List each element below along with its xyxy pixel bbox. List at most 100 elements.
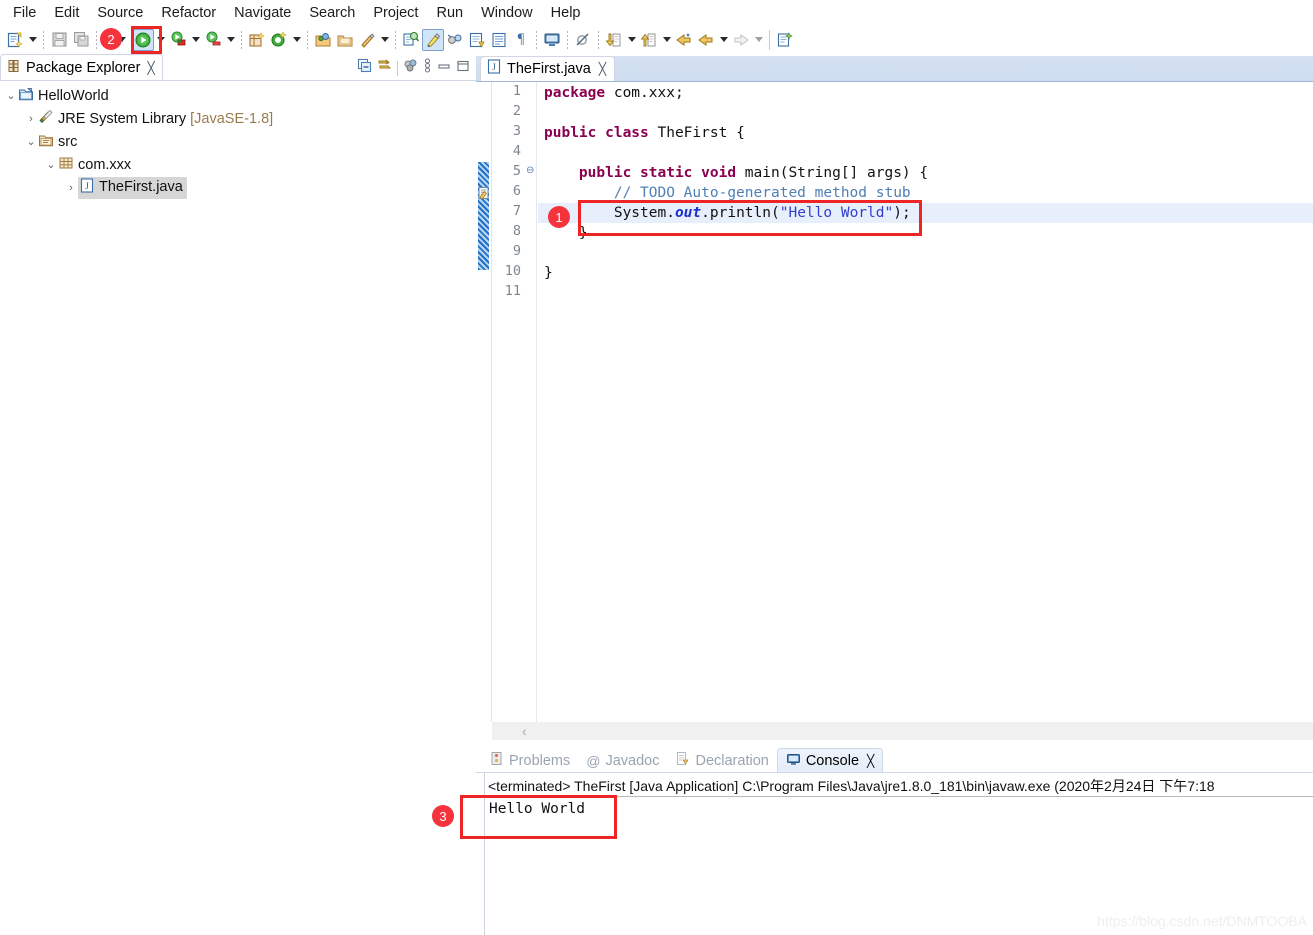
console-icon[interactable] <box>541 29 563 51</box>
focus-on-active-task-icon[interactable] <box>403 58 418 78</box>
paragraph-list-icon[interactable] <box>488 29 510 51</box>
javadoc-icon: @ <box>586 752 601 769</box>
main-toolbar: ¶ <box>0 25 1313 54</box>
chevron-down-icon[interactable]: ⌄ <box>4 89 18 102</box>
tab-declaration[interactable]: Declaration <box>667 748 776 773</box>
paragraph-icon[interactable]: ¶ <box>510 29 532 51</box>
tab-console[interactable]: Console ╳ <box>776 748 884 773</box>
skip-breakpoints-icon[interactable] <box>572 29 594 51</box>
tree-item-helloworld[interactable]: ⌄ HelloWorld <box>0 84 476 107</box>
minimize-icon[interactable] <box>437 59 451 78</box>
code-line: package com.xxx; <box>544 83 684 103</box>
editor-tab-row: J TheFirst.java ╳ <box>476 54 1313 81</box>
code-token: ); <box>893 205 911 221</box>
tree-item-jre-system-library[interactable]: › JRE System Library [JavaSE-1.8] <box>0 107 476 130</box>
run-button[interactable] <box>132 28 154 51</box>
todo-task-icon[interactable] <box>477 186 491 200</box>
save-all-icon[interactable] <box>70 29 92 51</box>
menu-item-navigate[interactable]: Navigate <box>225 3 300 23</box>
coverage-icon[interactable] <box>202 29 224 51</box>
new-editor-icon[interactable] <box>774 29 796 51</box>
forward-icon[interactable] <box>730 29 752 51</box>
code-folding-toggle[interactable]: ⊖ <box>526 165 534 176</box>
tab-thefirst-java[interactable]: J TheFirst.java ╳ <box>480 56 616 81</box>
toolbar-separator <box>594 30 603 50</box>
toolbar-separator <box>391 30 400 50</box>
chevron-right-icon[interactable]: › <box>64 182 78 194</box>
line-number: 7 <box>512 203 521 219</box>
collapse-all-icon[interactable] <box>357 58 372 78</box>
menu-item-search[interactable]: Search <box>300 3 364 23</box>
package-icon <box>58 155 74 175</box>
annotation-badge-3: 3 <box>432 805 454 827</box>
search-icon[interactable] <box>400 29 422 51</box>
scroll-left-arrow-icon[interactable]: ‹ <box>522 723 527 739</box>
next-annotation-icon[interactable] <box>466 29 488 51</box>
menu-item-refactor[interactable]: Refactor <box>152 3 225 23</box>
prev-edit-dropdown-arrow[interactable] <box>660 29 673 51</box>
menu-item-project[interactable]: Project <box>364 3 427 23</box>
tab-javadoc[interactable]: @ Javadoc <box>578 748 667 773</box>
highlight-icon[interactable] <box>422 28 444 51</box>
tab-package-explorer[interactable]: Package Explorer ╳ <box>0 54 163 81</box>
panel-divider <box>0 80 476 81</box>
line-number-gutter: 1 2 3 4 5 6 7 8 9 10 11 <box>492 82 524 722</box>
menu-item-edit[interactable]: Edit <box>45 3 88 23</box>
back-icon[interactable] <box>673 29 695 51</box>
chevron-right-icon[interactable]: › <box>24 113 38 125</box>
tree-item-thefirst-java[interactable]: › J TheFirst.java <box>0 176 476 199</box>
debug-icon[interactable] <box>167 29 189 51</box>
code-line: public static void main(String[] args) { <box>544 163 928 183</box>
menu-item-file[interactable]: File <box>4 3 45 23</box>
tab-problems[interactable]: Problems <box>481 748 578 773</box>
console-tab-label: Declaration <box>695 752 769 769</box>
run-dropdown-arrow[interactable] <box>154 29 167 51</box>
new-java-project-icon[interactable] <box>246 29 268 51</box>
menu-item-window[interactable]: Window <box>472 3 542 23</box>
next-edit-dropdown-arrow[interactable] <box>625 29 638 51</box>
view-menu-icon[interactable] <box>423 58 432 78</box>
new-class-dropdown-arrow[interactable] <box>290 29 303 51</box>
next-edit-down-icon[interactable] <box>603 29 625 51</box>
new-wizard-dropdown-arrow[interactable] <box>26 29 39 51</box>
console-output-area[interactable]: <terminated> TheFirst [Java Application]… <box>485 773 1313 935</box>
link-with-editor-icon[interactable] <box>377 58 392 78</box>
prev-edit-up-icon[interactable] <box>638 29 660 51</box>
editor-horizontal-scrollbar[interactable]: ‹ <box>492 722 1313 740</box>
code-editor-panel: J TheFirst.java ╳ 1 2 3 4 5 6 7 8 9 10 1… <box>476 54 1313 744</box>
tree-item-src[interactable]: ⌄ src <box>0 130 476 153</box>
forward-dropdown-arrow[interactable] <box>752 29 765 51</box>
code-area[interactable]: 1 2 3 4 5 6 7 8 9 10 11 ⊖ package com.xx… <box>476 82 1313 722</box>
close-icon[interactable]: ╳ <box>147 61 154 75</box>
chevron-down-icon[interactable]: ⌄ <box>44 158 58 171</box>
line-number: 6 <box>512 183 521 199</box>
back-dropdown-arrow[interactable] <box>717 29 730 51</box>
link-icon[interactable] <box>444 29 466 51</box>
menu-item-source[interactable]: Source <box>88 3 152 23</box>
menu-item-help[interactable]: Help <box>542 3 590 23</box>
coverage-dropdown-arrow[interactable] <box>224 29 237 51</box>
new-class-icon[interactable] <box>268 29 290 51</box>
close-icon[interactable]: ╳ <box>599 62 606 76</box>
tree-item-com-xxx[interactable]: ⌄ com.xxx <box>0 153 476 176</box>
close-icon[interactable]: ╳ <box>867 754 874 768</box>
code-token: .println( <box>701 205 780 221</box>
save-icon[interactable] <box>48 29 70 51</box>
open-task-icon[interactable] <box>334 29 356 51</box>
console-tab-label: Problems <box>509 752 571 769</box>
external-tools-icon[interactable] <box>356 29 378 51</box>
code-token: package <box>544 85 606 101</box>
external-tools-dropdown-arrow[interactable] <box>378 29 391 51</box>
console-tab-row: Problems @ Javadoc Declaration Console ╳ <box>476 746 1313 773</box>
chevron-down-icon[interactable]: ⌄ <box>24 135 38 148</box>
tree-item-label: src <box>58 133 78 150</box>
open-type-icon[interactable] <box>312 29 334 51</box>
maximize-icon[interactable] <box>456 59 470 78</box>
debug-dropdown-arrow[interactable] <box>189 29 202 51</box>
new-wizard-icon[interactable] <box>4 29 26 51</box>
vertical-marker-bar[interactable] <box>476 82 492 722</box>
source-code[interactable]: package com.xxx; public class TheFirst {… <box>538 82 1313 722</box>
menu-item-run[interactable]: Run <box>427 3 472 23</box>
back-history-icon[interactable] <box>695 29 717 51</box>
